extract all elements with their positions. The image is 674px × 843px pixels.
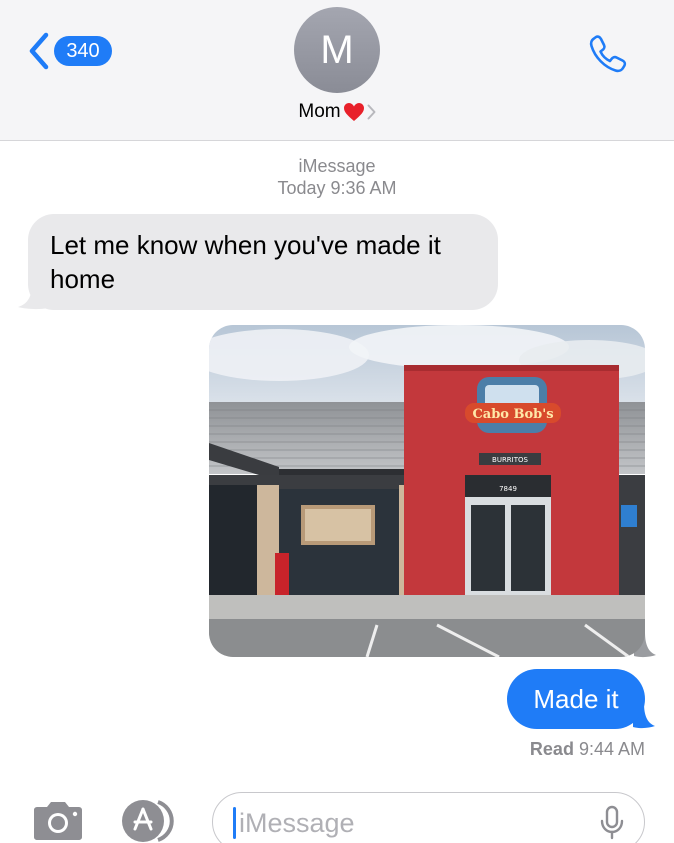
call-button[interactable] [587, 32, 629, 79]
message-meta: iMessage Today 9:36 AM [0, 155, 674, 199]
back-button[interactable]: 340 [28, 32, 112, 70]
message-input[interactable]: iMessage [212, 792, 645, 843]
camera-icon [34, 802, 82, 840]
message-input-placeholder: iMessage [239, 808, 355, 838]
contact-name-button[interactable]: Mom [0, 101, 674, 123]
photo-attachment[interactable]: 7849 Cabo Bob's BURRITOS [209, 325, 645, 657]
chevron-left-icon [29, 32, 49, 70]
conversation-header: 340 M Mom [0, 0, 674, 141]
read-receipt-label: Read [529, 739, 574, 759]
chevron-right-icon [367, 104, 376, 120]
message-timestamp: Today 9:36 AM [277, 178, 397, 198]
incoming-message-bubble[interactable]: Let me know when you've made it home [28, 214, 498, 310]
service-label: iMessage [298, 156, 376, 176]
read-receipt-time: 9:44 AM [578, 739, 645, 759]
address-number: 7849 [499, 485, 517, 493]
camera-button[interactable] [30, 801, 86, 843]
read-receipt: Read 9:44 AM [530, 739, 645, 760]
restaurant-storefront-photo: 7849 Cabo Bob's BURRITOS [209, 325, 645, 657]
sign-subtitle: BURRITOS [492, 456, 529, 464]
text-caret [233, 807, 236, 839]
unread-count-badge: 340 [54, 36, 112, 66]
microphone-icon [600, 805, 624, 840]
incoming-message-text: Let me know when you've made it home [50, 230, 441, 294]
app-store-button[interactable] [120, 798, 186, 843]
outgoing-message-bubble[interactable]: Made it [507, 669, 645, 729]
avatar-initial: M [320, 27, 354, 72]
sign-name: Cabo Bob's [472, 407, 553, 422]
red-heart-icon [343, 103, 364, 121]
contact-name: Mom [298, 101, 341, 122]
app-store-icon [122, 800, 174, 842]
outgoing-message-text: Made it [533, 683, 619, 714]
phone-icon [589, 35, 627, 73]
contact-avatar[interactable]: M [294, 7, 380, 93]
dictation-button[interactable] [599, 805, 625, 843]
